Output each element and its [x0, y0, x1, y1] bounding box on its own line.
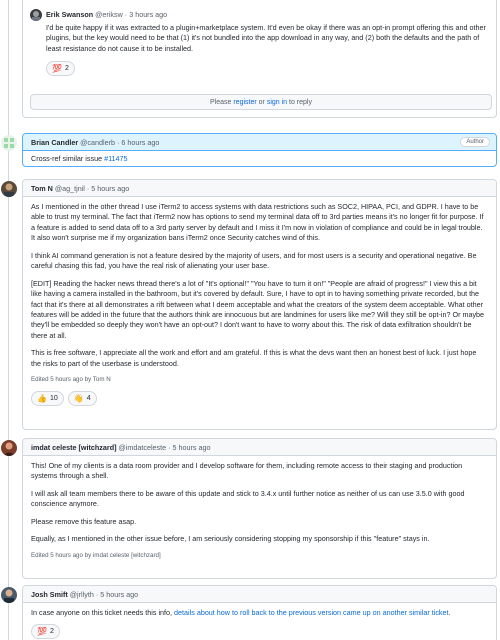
comment-body: This! One of my clients is a data room p… [23, 456, 496, 565]
comment-handle[interactable]: @ag_tjnil [55, 184, 85, 193]
comment-time[interactable]: · 5 hours ago [94, 590, 138, 599]
reaction-count: 4 [86, 394, 91, 402]
comment-header: Brian Candler @candlerb · 6 hours ago Au… [23, 134, 496, 151]
wave-icon: 👋 [73, 393, 84, 403]
comment-handle[interactable]: @candlerb [80, 138, 115, 147]
hundred-points-icon: 💯 [52, 63, 62, 73]
comment-body: As I mentioned in the other thread I use… [23, 197, 496, 410]
comment-card-brian: Brian Candler @candlerb · 6 hours ago Au… [22, 133, 497, 167]
thumbs-up-icon: 👍 [37, 393, 47, 403]
reply-prompt: Please register or sign in to reply [30, 94, 492, 110]
comment-body: Cross-ref similar issue #11475 [23, 151, 496, 168]
comment-paragraph: I will ask all team members there to be … [31, 488, 465, 509]
reply-comment-erik: Erik Swanson @eriksw · 3 hours ago I'd b… [30, 9, 492, 84]
comment-card-tom: Tom N @ag_tjnil · 5 hours ago As I menti… [22, 179, 497, 430]
comment-paragraph: As I mentioned in the other thread I use… [31, 202, 484, 243]
comment-handle[interactable]: @eriksw [95, 10, 123, 19]
comment-time[interactable]: · 5 hours ago [85, 184, 129, 193]
comment-paragraph: I think AI command generation is not a f… [31, 250, 477, 271]
reply-middle: or [256, 99, 267, 106]
edited-note[interactable]: Edited 5 hours ago by Tom N [31, 376, 488, 385]
reaction-100[interactable]: 💯 2 [46, 61, 75, 77]
avatar[interactable] [1, 135, 17, 151]
comment-text: Cross-ref similar issue [31, 154, 105, 163]
reaction-count: 2 [64, 64, 69, 72]
comment-body: I'd be quite happy if it was extracted t… [46, 23, 492, 77]
comment-handle[interactable]: @jrllyth [70, 590, 94, 599]
comment-paragraph: This! One of my clients is a data room p… [31, 461, 463, 481]
avatar[interactable] [1, 440, 17, 456]
comment-paragraph: Please remove this feature asap. [31, 516, 137, 526]
comment-time[interactable]: · 6 hours ago [115, 138, 159, 147]
comment-author[interactable]: Brian Candler [31, 138, 78, 147]
reaction-count: 2 [49, 627, 54, 635]
reply-prefix: Please [210, 99, 234, 106]
edited-note[interactable]: Edited 5 hours ago by imdat celeste [wit… [31, 552, 488, 561]
comment-text-end: . [448, 608, 451, 617]
comment-header: Tom N @ag_tjnil · 5 hours ago [23, 180, 496, 197]
timeline-line [8, 0, 9, 640]
comment-author[interactable]: Tom N [31, 184, 53, 193]
avatar[interactable] [1, 587, 17, 603]
comment-time[interactable]: · 5 hours ago [166, 443, 210, 452]
reaction-wave[interactable]: 👋 4 [67, 391, 97, 407]
comment-paragraph: Equally, as I mentioned in the other iss… [31, 534, 430, 544]
comment-paragraph: This is free software, I appreciate all … [31, 348, 477, 368]
hundred-points-icon: 💯 [37, 626, 47, 636]
issue-link[interactable]: #11475 [104, 154, 127, 163]
register-link[interactable]: register [233, 99, 256, 106]
reply-suffix: to reply [287, 99, 312, 106]
comment-time[interactable]: · 3 hours ago [123, 10, 167, 19]
rollback-link[interactable]: details about how to roll back to the pr… [174, 608, 448, 617]
comment-body: In case anyone on this ticket needs this… [23, 603, 496, 640]
comment-handle[interactable]: @imdatceleste [118, 443, 166, 452]
comment-paragraph: [EDIT] Reading the hacker news thread th… [31, 278, 485, 340]
comment-text: I'd be quite happy if it was extracted t… [46, 23, 486, 53]
avatar[interactable] [30, 9, 42, 21]
avatar[interactable] [1, 181, 17, 197]
comment-text: In case anyone on this ticket needs this… [31, 608, 175, 617]
comment-header: imdat celeste [witchzard] @imdatceleste … [23, 439, 496, 456]
reaction-thumbs-up[interactable]: 👍 10 [31, 391, 64, 407]
comment-author[interactable]: Josh Smift [31, 590, 68, 599]
comment-author[interactable]: imdat celeste [witchzard] [31, 443, 116, 452]
reaction-count: 10 [49, 394, 58, 402]
comment-header: Josh Smift @jrllyth · 5 hours ago [23, 586, 496, 603]
author-badge: Author [460, 137, 490, 147]
sign-in-link[interactable]: sign in [267, 99, 287, 106]
reaction-100[interactable]: 💯 2 [31, 624, 60, 640]
comment-author[interactable]: Erik Swanson [46, 10, 93, 19]
comment-card-imdat: imdat celeste [witchzard] @imdatceleste … [22, 438, 497, 579]
comment-card-josh: Josh Smift @jrllyth · 5 hours ago In cas… [22, 585, 497, 640]
